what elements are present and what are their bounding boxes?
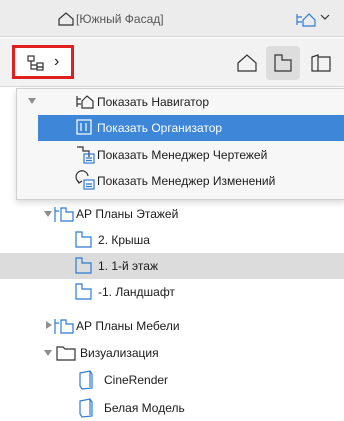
menu-item-show-organizer[interactable]: Показать Организатор (38, 115, 344, 141)
tree-item-label: Белая Модель (104, 401, 185, 415)
tree-item-landscape[interactable]: -1. Ландшафт (0, 279, 344, 305)
tree-item-label: АР Планы Мебели (76, 319, 180, 333)
tree-item-label: 1. 1-й этаж (98, 259, 158, 273)
navigator-popup-icon (295, 11, 317, 27)
collapsed-triangle-icon (46, 321, 52, 329)
view-map-button[interactable] (266, 46, 300, 80)
tree-folder-floor-plans[interactable]: АР Планы Этажей (0, 201, 344, 227)
floor-plan-icon (74, 282, 94, 301)
view-switch-button[interactable] (292, 8, 344, 30)
layout-book-icon[interactable] (310, 53, 332, 73)
navigator-palette-switch[interactable]: › (12, 45, 74, 79)
floor-plan-icon (74, 256, 94, 275)
menu-item-show-change-manager[interactable]: Показать Менеджер Изменений (0, 168, 344, 194)
menu-item-label: Показать Менеджер Чертежей (97, 148, 268, 162)
tree-item-label: Визуализация (80, 346, 159, 360)
tree-item-white-model[interactable]: Белая Модель (0, 395, 344, 421)
project-tree-icon (27, 55, 45, 71)
view-title[interactable]: [Южный Фасад] (76, 11, 164, 27)
tree-item-cinerender[interactable]: CineRender (0, 367, 344, 393)
menu-item-label: Показать Навигатор (97, 95, 209, 109)
tree-item-label: -1. Ландшафт (98, 285, 175, 299)
menu-item-show-navigator[interactable]: Показать Навигатор (0, 89, 344, 115)
3d-view-icon (78, 398, 94, 418)
navigator-icon (76, 94, 94, 109)
project-map-house-icon[interactable] (236, 53, 258, 73)
elevation-view-icon (58, 12, 74, 26)
menu-item-label: Показать Менеджер Изменений (97, 174, 276, 188)
collapse-triangle-icon (28, 98, 36, 104)
tree-item-label: АР Планы Этажей (76, 207, 179, 221)
chevron-down-icon (320, 13, 330, 21)
expanded-triangle-icon (44, 211, 52, 217)
view-map-icon (273, 53, 293, 73)
chevron-right-icon: › (54, 53, 60, 70)
tree-item-roof[interactable]: 2. Крыша (0, 227, 344, 253)
floor-plan-icon (74, 230, 94, 249)
tree-item-first-floor[interactable]: 1. 1-й этаж (0, 253, 344, 279)
3d-view-icon (78, 370, 94, 390)
tree-folder-furniture-plans[interactable]: АР Планы Мебели (0, 313, 344, 339)
tree-folder-visualization[interactable]: Визуализация (0, 340, 344, 366)
floor-plan-folder-icon (53, 317, 75, 335)
expanded-triangle-icon (44, 350, 52, 356)
floor-plan-folder-icon (53, 205, 75, 223)
menu-item-show-drawing-manager[interactable]: Показать Менеджер Чертежей (0, 142, 344, 168)
folder-icon (56, 345, 76, 361)
tree-item-label: 2. Крыша (98, 233, 150, 247)
organizer-icon (76, 119, 94, 136)
drawing-manager-icon (76, 146, 96, 164)
menu-item-label: Показать Организатор (97, 121, 223, 135)
tree-item-label: CineRender (104, 373, 169, 387)
change-manager-icon (75, 170, 96, 190)
